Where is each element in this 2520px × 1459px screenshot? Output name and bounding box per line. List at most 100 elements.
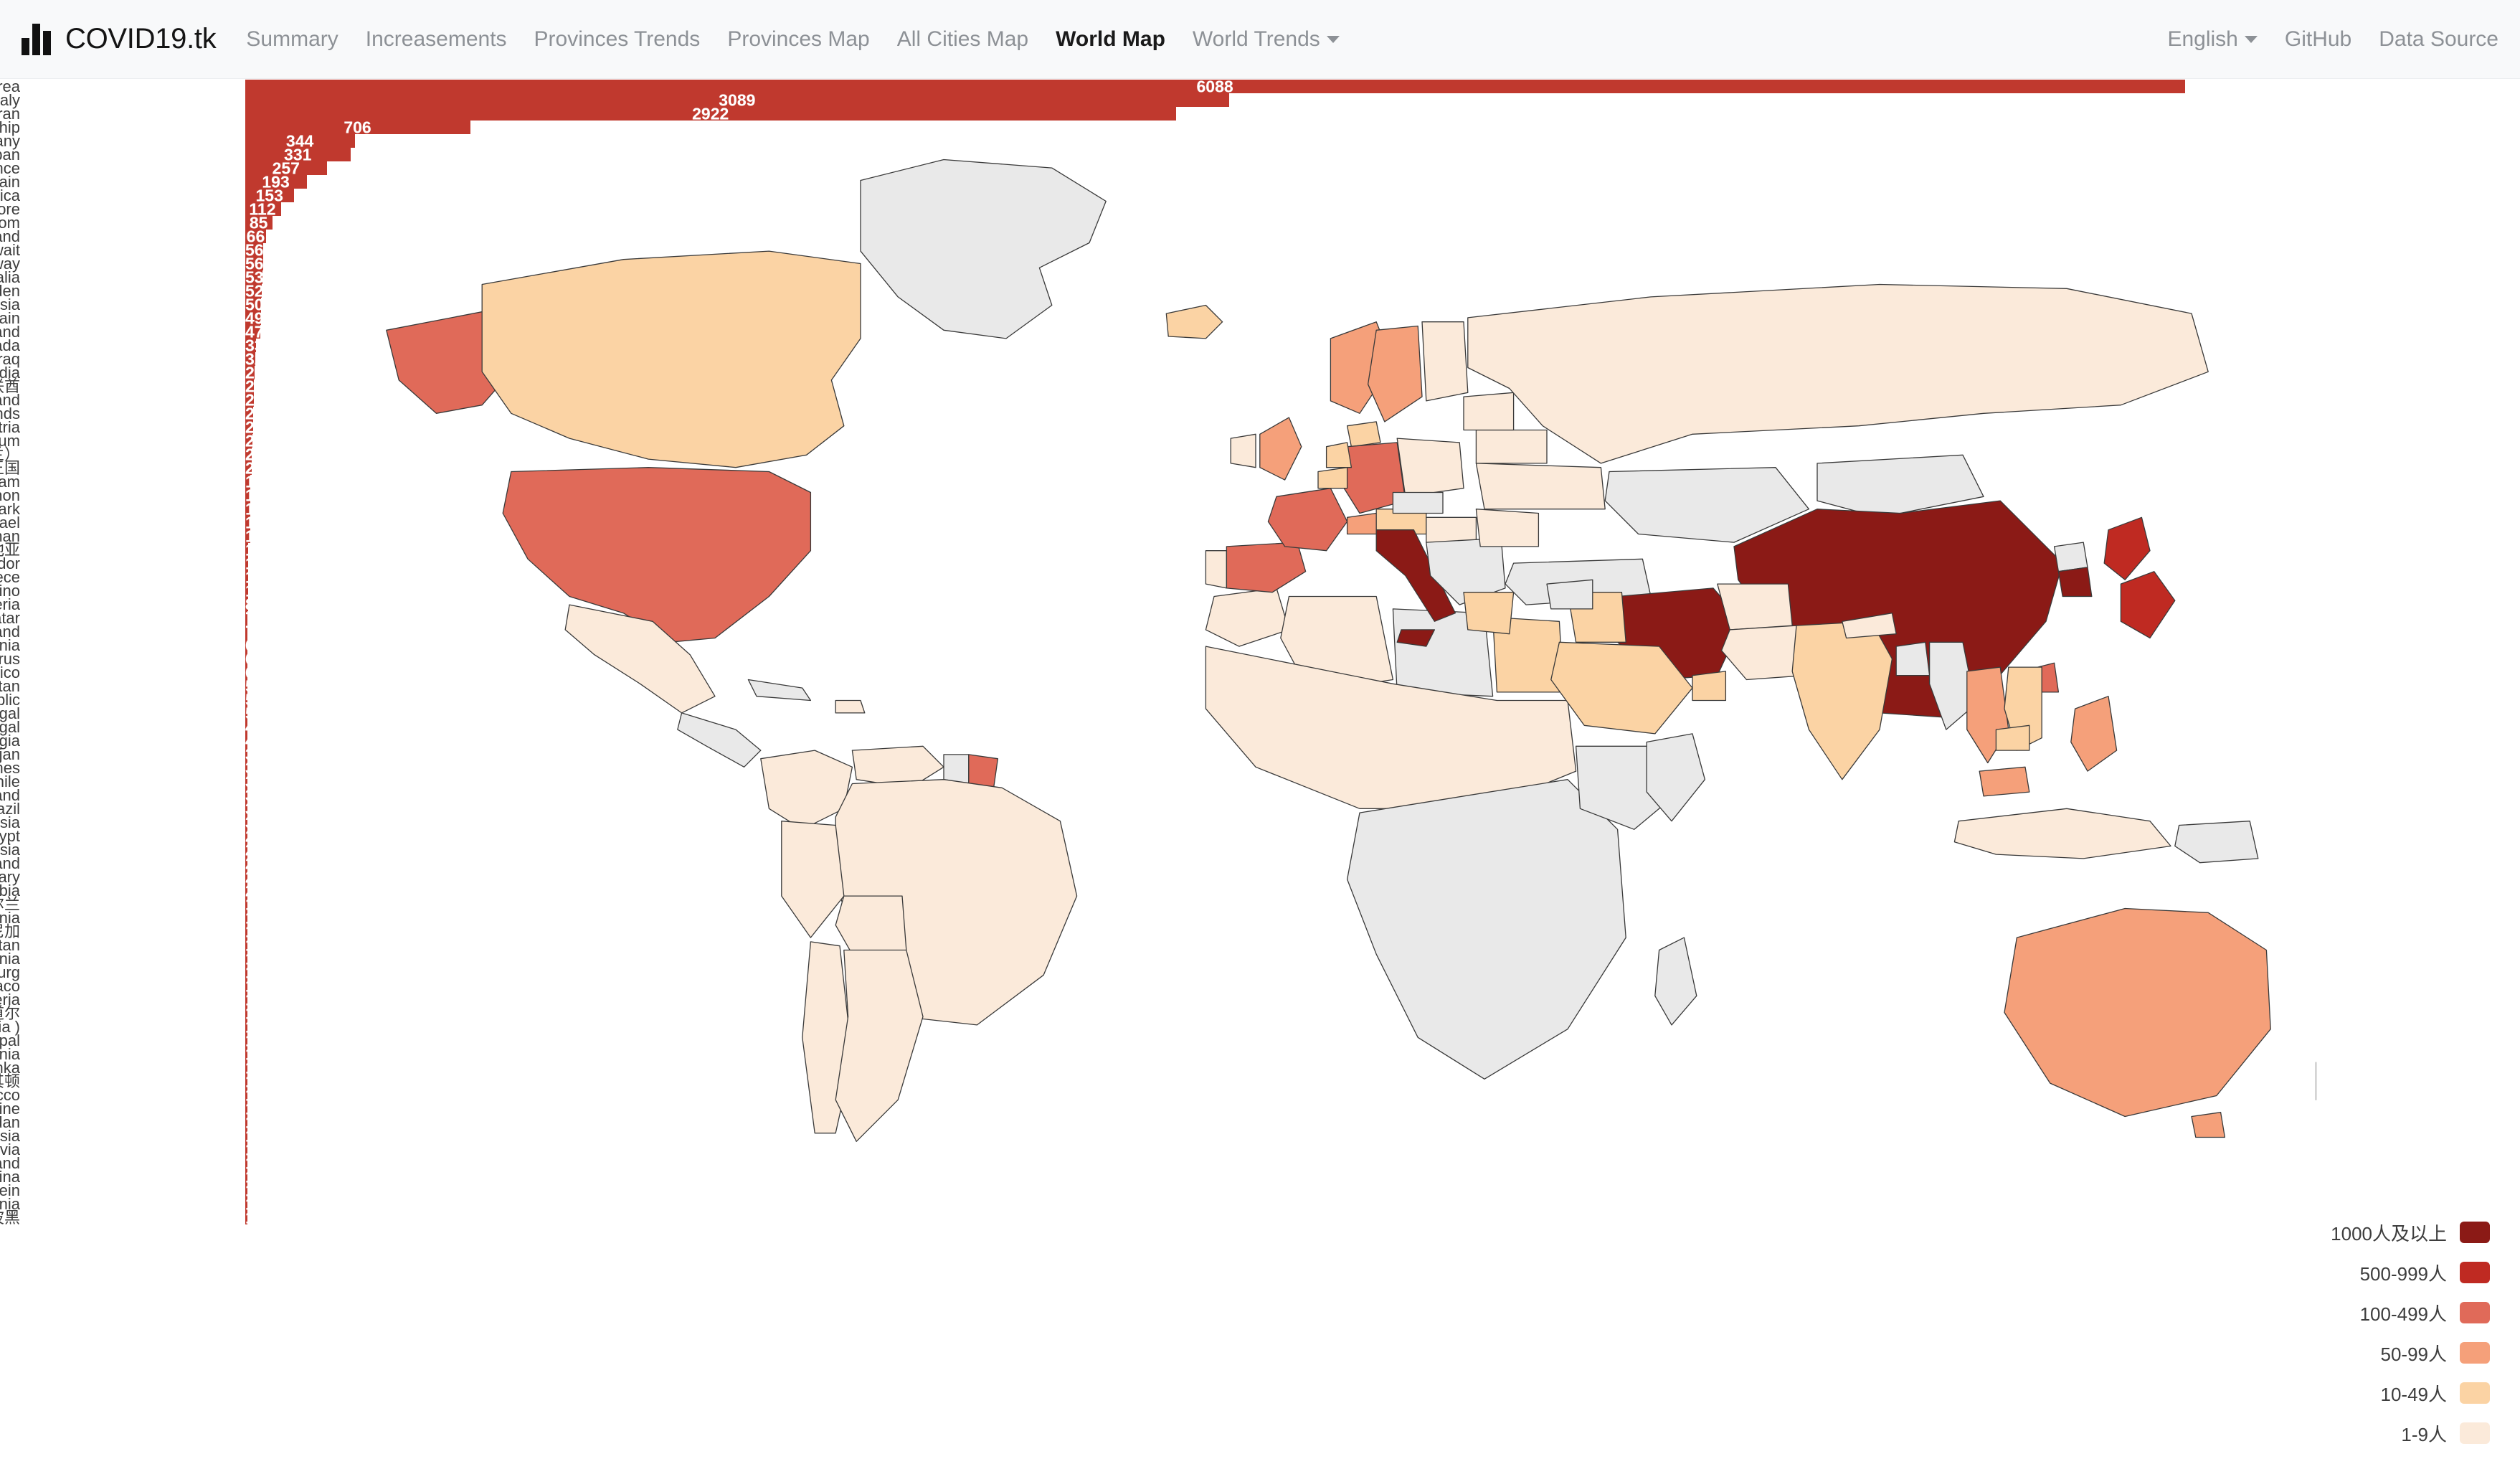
bar-chart-row[interactable]: 安道尔1 (0, 1005, 2295, 1021)
country-bar-chart[interactable]: Korea6088Italy3089Iran2922mond Princess … (0, 78, 2295, 1370)
bar-chart-row[interactable]: 北爱尔兰1 (0, 896, 2295, 912)
bar-chart-row[interactable]: Israel15 (0, 514, 2295, 531)
brand[interactable]: COVID19.tk (22, 23, 217, 55)
bar-chart-row[interactable]: Chile3 (0, 773, 2295, 790)
bar-chart-row[interactable]: Kampuchea (Cambodia )1 (0, 1019, 2295, 1035)
bar-chart-row[interactable]: Nepal1 (0, 1032, 2295, 1049)
bar-chart-row[interactable]: Norway56 (0, 255, 2295, 272)
bar-chart-row[interactable]: Slovenia1 (0, 1196, 2295, 1212)
bar-chart-row[interactable]: 不列颠及北爱尔兰联合王国20 (0, 460, 2295, 476)
bar-chart-row[interactable]: Pakistan5 (0, 678, 2295, 694)
bar-chart-row[interactable]: Lithuania1 (0, 950, 2295, 967)
bar-chart-row[interactable]: Russia3 (0, 814, 2295, 831)
bar-chart-row[interactable]: 阿联酋28 (0, 378, 2295, 395)
bar-chart-row[interactable]: Algeria8 (0, 596, 2295, 613)
bar-chart-row[interactable]: Hungary2 (0, 869, 2295, 885)
nav-link-data-source[interactable]: Data Source (2379, 27, 2498, 52)
bar-chart-row[interactable]: 多米尼加1 (0, 923, 2295, 940)
bar-chart-row[interactable]: Poland1 (0, 1155, 2295, 1171)
legend-item[interactable]: 1-9人 (2331, 1413, 2490, 1453)
bar-chart-row[interactable]: Belgium23 (0, 433, 2295, 449)
bar-chart-row[interactable]: Afghanistan1 (0, 937, 2295, 953)
bar-chart-row[interactable]: Estonia1 (0, 910, 2295, 926)
bar-chart-row[interactable]: Thailand47 (0, 324, 2295, 340)
bar-chart-row[interactable]: Greece10 (0, 569, 2295, 585)
bar-chart-row[interactable]: Azerbaijan3 (0, 746, 2295, 762)
bar-chart-row[interactable]: Japan331 (0, 146, 2295, 163)
bar-chart-row[interactable]: Germany344 (0, 133, 2295, 149)
bar-chart-row[interactable]: Qatar7 (0, 610, 2295, 626)
bar-chart-row[interactable]: Morocco1 (0, 1087, 2295, 1103)
bar-chart-row[interactable]: Georgia4 (0, 732, 2295, 749)
bar-chart-row[interactable]: Latvia1 (0, 1141, 2295, 1158)
bar-chart-row[interactable]: Kuwait56 (0, 242, 2295, 258)
bar-chart-row[interactable]: Philippines3 (0, 760, 2295, 776)
bar-chart-row[interactable]: Monaco1 (0, 978, 2295, 994)
bar-chart-row[interactable]: Indonesia2 (0, 841, 2295, 858)
legend-item[interactable]: 10-49人 (2331, 1373, 2490, 1413)
bar-chart-row[interactable]: mond Princess Cruise Ship706 (0, 119, 2295, 136)
bar-chart-row[interactable]: Jordan1 (0, 1114, 2295, 1130)
nav-link-provinces-map[interactable]: Provinces Map (727, 27, 869, 52)
bar-chart-row[interactable]: Czech Republic5 (0, 691, 2295, 708)
bar-chart-row[interactable]: Singapore112 (0, 201, 2295, 217)
nav-link-increasements[interactable]: Increasements (366, 27, 507, 52)
nav-link-provinces-trends[interactable]: Provinces Trends (534, 27, 701, 52)
bar-chart-row[interactable]: Bahrain49 (0, 310, 2295, 326)
bar-chart-row[interactable]: Iceland26 (0, 392, 2295, 408)
bar-chart-row[interactable]: Spain193 (0, 174, 2295, 190)
bar-chart-row[interactable]: Oman15 (0, 528, 2295, 544)
bar-chart-row[interactable]: 英国（含北爱尔兰）20 (0, 446, 2295, 463)
bar-chart-row[interactable]: SriLanka1 (0, 1059, 2295, 1076)
bar-chart-row[interactable]: Belarus6 (0, 651, 2295, 667)
bar-chart-row[interactable]: Senegal4 (0, 719, 2295, 735)
bar-chart-row[interactable]: Finland7 (0, 623, 2295, 640)
bar-chart-row[interactable]: Australia53 (0, 269, 2295, 285)
bar-chart-row[interactable]: Portugal5 (0, 705, 2295, 722)
bar-chart-row[interactable]: Argentina1 (0, 1168, 2295, 1185)
bar-chart-row[interactable]: Malaysia50 (0, 296, 2295, 313)
bar-chart-row[interactable]: 北马其顿1 (0, 1073, 2295, 1090)
bar-chart-row[interactable]: Ireland2 (0, 855, 2295, 872)
bar-chart-row[interactable]: United Kiongdom85 (0, 214, 2295, 231)
bar-chart-row[interactable]: United States of America153 (0, 187, 2295, 204)
bar-chart-row[interactable]: Vietnam16 (0, 473, 2295, 490)
bar-chart-row[interactable]: Mexico6 (0, 664, 2295, 681)
bar-chart-row[interactable]: Egypt2 (0, 828, 2295, 844)
bar-chart-row[interactable]: Ukraine1 (0, 1100, 2295, 1117)
bar-chart-row[interactable]: Lebanon15 (0, 487, 2295, 504)
bar-chart-row[interactable]: Sweden52 (0, 283, 2295, 299)
bar-chart-row[interactable]: Tunisia1 (0, 1128, 2295, 1144)
nav-link-summary[interactable]: Summary (246, 27, 338, 52)
bar-chart-row[interactable]: San Marino10 (0, 582, 2295, 599)
nav-link-world-map[interactable]: World Map (1056, 27, 1165, 52)
bar-chart-row[interactable]: New Zealand3 (0, 787, 2295, 803)
bar-chart-row[interactable]: 克罗地亚10 (0, 542, 2295, 558)
bar-chart-row[interactable]: Liechtenstein1 (0, 1182, 2295, 1199)
nav-link-all-cities-map[interactable]: All Cities Map (897, 27, 1028, 52)
legend-item[interactable]: 50-99人 (2331, 1333, 2490, 1373)
bar-chart-row[interactable]: Iraq32 (0, 351, 2295, 367)
nav-link-english[interactable]: English (2167, 27, 2258, 52)
bar-chart-row[interactable]: Saudi Arabia2 (0, 882, 2295, 899)
bar-chart-row[interactable]: Switzerland66 (0, 228, 2295, 245)
bar-chart-row[interactable]: Austria24 (0, 419, 2295, 435)
bar-chart-row[interactable]: France257 (0, 160, 2295, 176)
bar-chart-row[interactable]: Netherlands24 (0, 405, 2295, 422)
bar-chart-row[interactable]: India29 (0, 364, 2295, 381)
bar-chart-row[interactable]: Brazil3 (0, 801, 2295, 817)
bar-chart-row[interactable]: Romania6 (0, 637, 2295, 653)
bar-chart-row[interactable]: Nigeria1 (0, 991, 2295, 1008)
bar-chart-row[interactable]: Armenia1 (0, 1046, 2295, 1062)
bar-chart-row[interactable]: Italy3089 (0, 92, 2295, 108)
bar-chart-row[interactable]: Korea6088 (0, 78, 2295, 95)
bar-chart-row[interactable]: Ecuador10 (0, 555, 2295, 572)
nav-link-github[interactable]: GitHub (2285, 27, 2351, 52)
legend-item[interactable]: 100-499人 (2331, 1293, 2490, 1333)
bar-chart-row[interactable]: Canada33 (0, 337, 2295, 354)
bar-chart-row[interactable]: Luxembourg1 (0, 964, 2295, 981)
bar-chart-row[interactable]: Denmark15 (0, 501, 2295, 517)
nav-link-world-trends[interactable]: World Trends (1193, 27, 1340, 52)
legend-item[interactable]: 500-999人 (2331, 1252, 2490, 1293)
bar-chart-row[interactable]: 波黑 1 (0, 1209, 2295, 1226)
